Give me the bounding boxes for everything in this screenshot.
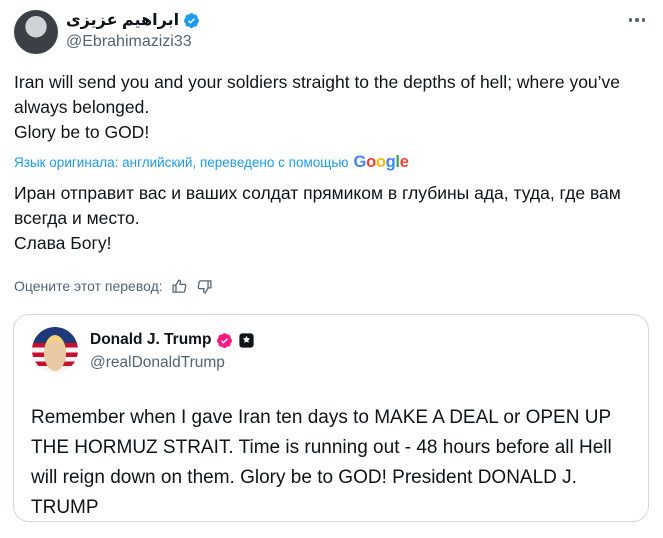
quoted-author-name[interactable]: Donald J. Trump xyxy=(90,331,211,349)
author-handle[interactable]: @Ebrahimazizi33 xyxy=(66,33,192,51)
government-affiliation-icon xyxy=(239,332,255,348)
dot-icon xyxy=(635,18,639,22)
author-name-row: ابراهیم عزیزی xyxy=(66,9,200,31)
verified-badge-icon xyxy=(217,332,233,348)
dot-icon xyxy=(628,18,633,22)
rate-translation-row: Оцените этот перевод: xyxy=(14,276,213,296)
verified-badge-icon xyxy=(184,12,199,28)
tweet-text: Iran will send you and your soldiers str… xyxy=(14,72,621,142)
rate-translation-label: Оцените этот перевод: xyxy=(14,278,163,294)
quoted-author-name-row: Donald J. Trump xyxy=(90,329,255,351)
dot-icon xyxy=(641,18,646,22)
translation-note[interactable]: Язык оригинала: английский, переведено с… xyxy=(14,153,409,172)
quoted-author-handle[interactable]: @realDonaldTrump xyxy=(90,354,225,372)
thumbs-up-icon[interactable] xyxy=(171,278,188,295)
avatar-face xyxy=(44,335,66,371)
translation-note-text: Язык оригинала: английский, переведено с… xyxy=(14,155,349,170)
thumbs-down-icon[interactable] xyxy=(196,278,213,295)
quoted-tweet-text: Remember when I gave Iran ten days to MA… xyxy=(31,407,612,518)
author-display-name[interactable]: ابراهیم عزیزی xyxy=(66,10,179,30)
quoted-author-avatar[interactable] xyxy=(32,327,78,373)
google-logo: Google xyxy=(353,153,409,171)
translated-text: Иран отправит вас и ваших солдат прямико… xyxy=(14,183,621,253)
more-options-button[interactable] xyxy=(625,10,649,30)
quoted-tweet-card[interactable]: Donald J. Trump @realDonaldTrump Remembe… xyxy=(13,314,649,522)
author-avatar[interactable] xyxy=(14,10,58,54)
